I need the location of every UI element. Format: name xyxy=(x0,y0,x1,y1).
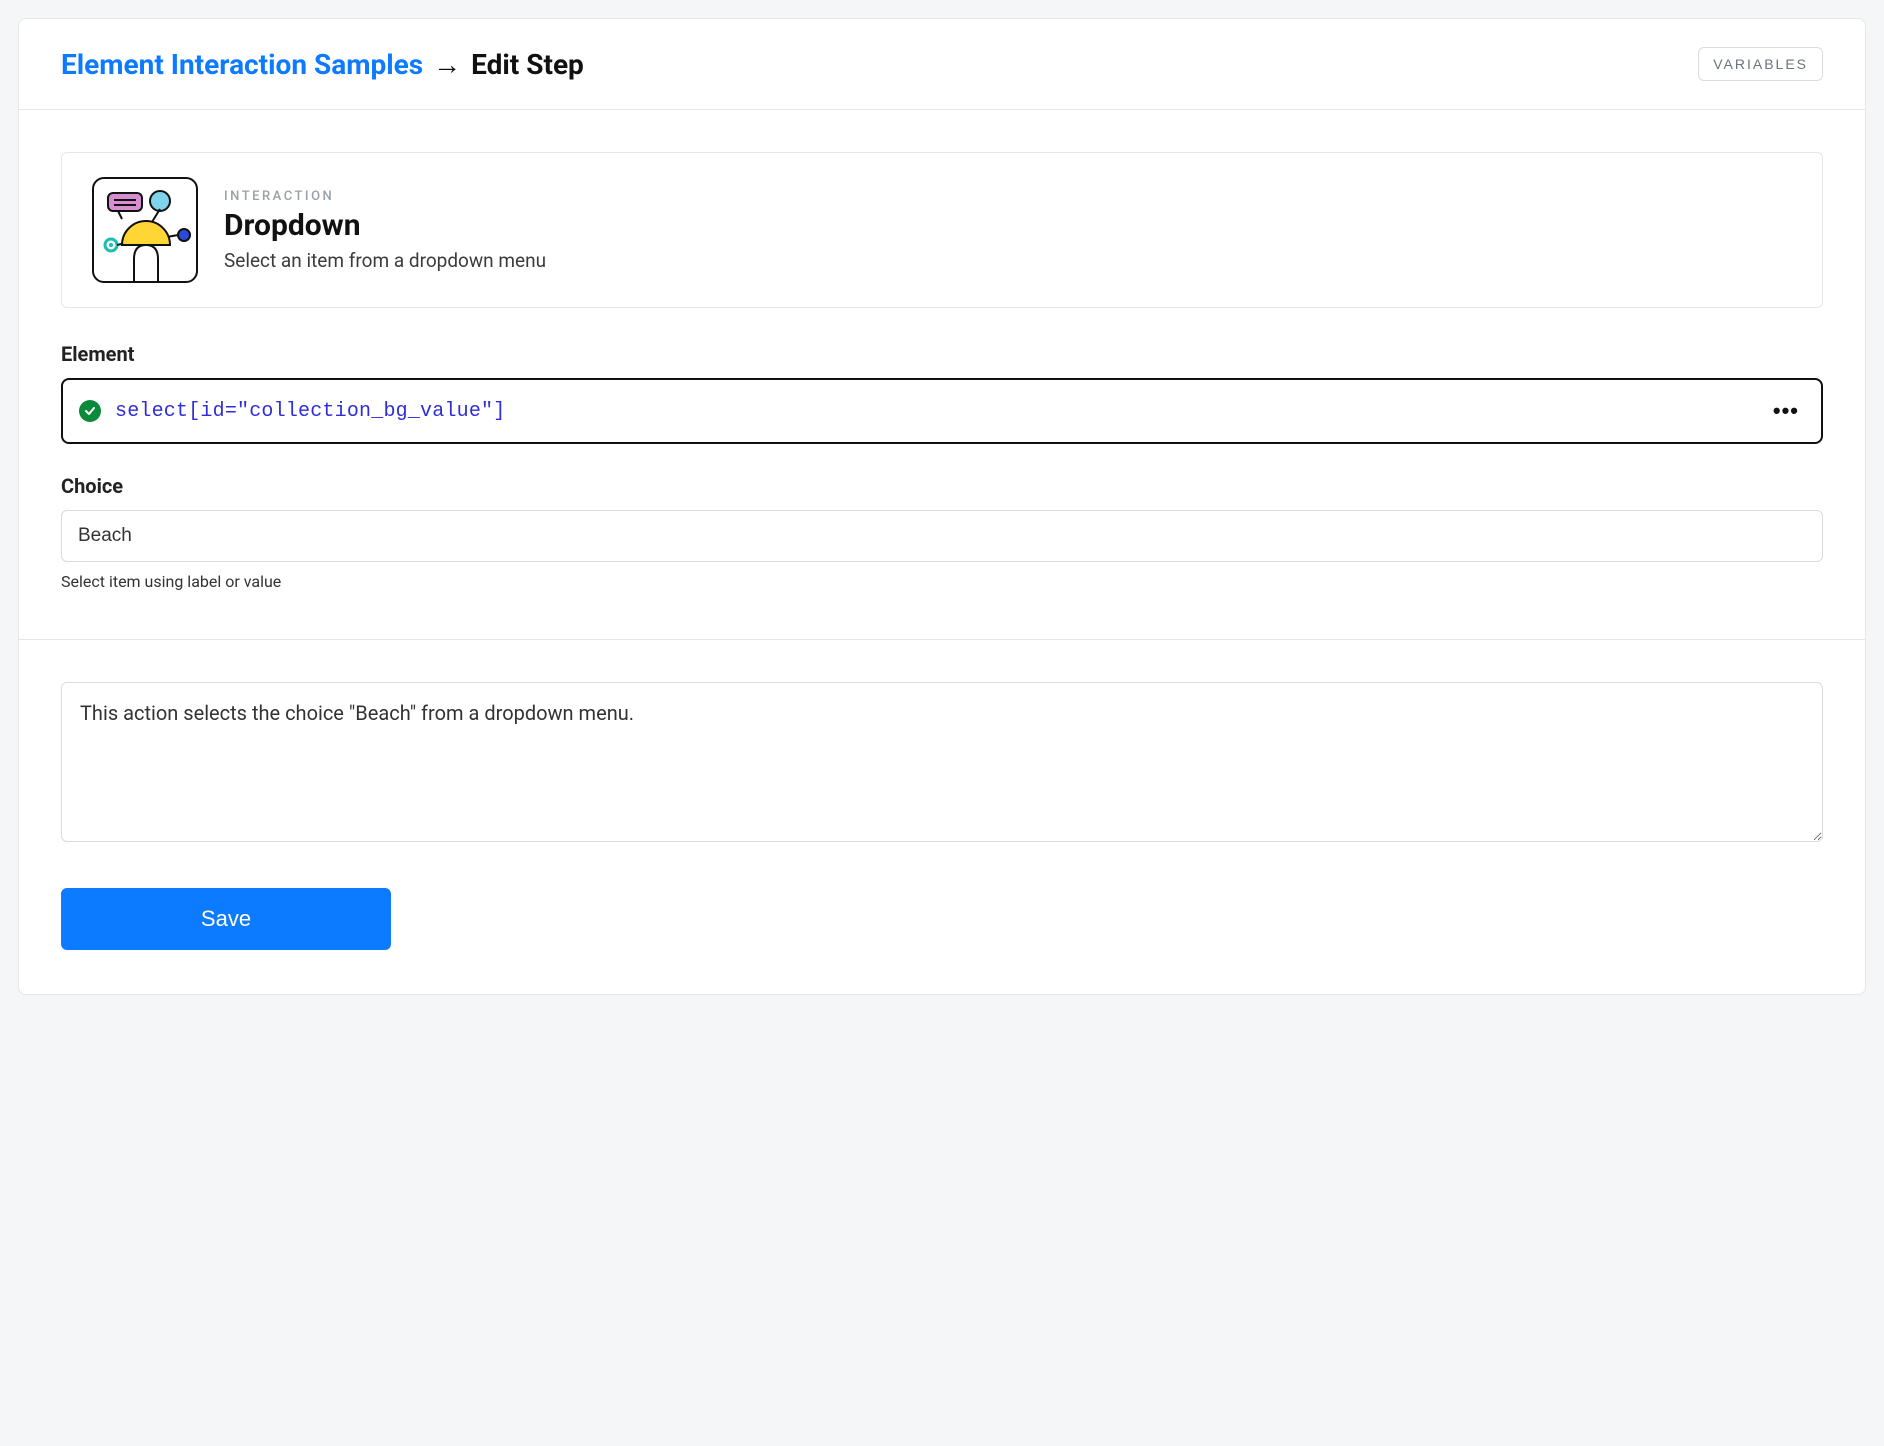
element-selector-input[interactable]: select[id="collection_bg_value"] ••• xyxy=(61,378,1823,444)
interaction-summary: INTERACTION Dropdown Select an item from… xyxy=(61,152,1823,308)
breadcrumb-current: Edit Step xyxy=(471,48,584,81)
choice-input[interactable] xyxy=(61,510,1823,562)
content-area: INTERACTION Dropdown Select an item from… xyxy=(19,110,1865,609)
interaction-subtitle: Select an item from a dropdown menu xyxy=(224,249,546,272)
lower-section: Save xyxy=(19,640,1865,994)
element-field-label: Element xyxy=(61,342,1823,366)
element-selector-text: select[id="collection_bg_value"] xyxy=(115,400,1753,423)
element-more-button[interactable]: ••• xyxy=(1767,394,1805,428)
edit-step-card: Element Interaction Samples → Edit Step … xyxy=(18,18,1866,995)
breadcrumb: Element Interaction Samples → Edit Step xyxy=(61,48,584,81)
choice-field-label: Choice xyxy=(61,474,1823,498)
description-textarea[interactable] xyxy=(61,682,1823,842)
interaction-eyebrow: INTERACTION xyxy=(224,189,546,204)
breadcrumb-link[interactable]: Element Interaction Samples xyxy=(61,48,423,81)
variables-button[interactable]: VARIABLES xyxy=(1698,47,1823,81)
interaction-meta: INTERACTION Dropdown Select an item from… xyxy=(224,189,546,272)
interaction-title: Dropdown xyxy=(224,208,546,243)
interaction-icon xyxy=(92,177,198,283)
breadcrumb-separator: → xyxy=(433,48,461,81)
save-button[interactable]: Save xyxy=(61,888,391,950)
choice-helper-text: Select item using label or value xyxy=(61,572,1823,591)
card-header: Element Interaction Samples → Edit Step … xyxy=(19,19,1865,110)
valid-check-icon xyxy=(79,400,101,422)
